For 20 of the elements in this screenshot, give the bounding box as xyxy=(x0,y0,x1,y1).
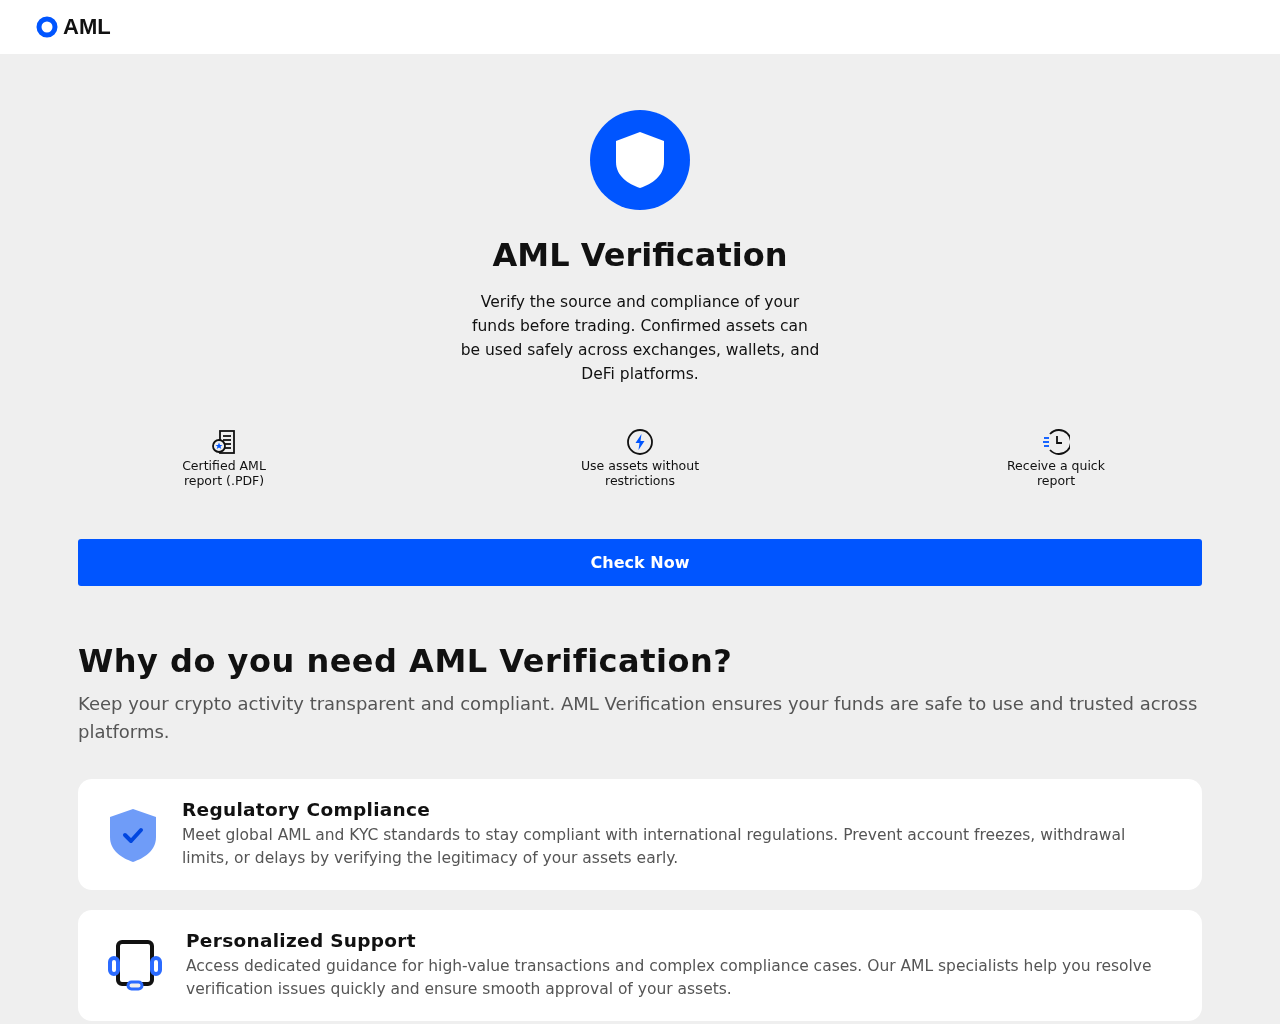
clock-icon xyxy=(1042,428,1070,456)
card-title: Personalized Support xyxy=(186,930,417,951)
shield-check-icon xyxy=(108,806,158,863)
logo-icon xyxy=(36,16,58,38)
hero-title: AML Verification xyxy=(492,236,788,274)
section-title: Why do you need AML Verification? xyxy=(78,642,734,680)
hero-description: Verify the source and compliance of your funds before trading. Confirmed assets can be used safely across exchanges, wallets, and DeFi platforms. xyxy=(460,292,820,385)
certificate-icon xyxy=(210,428,238,456)
lightning-icon xyxy=(626,428,654,456)
headset-icon xyxy=(108,939,162,992)
check-now-button[interactable]: Check Now xyxy=(78,539,1202,586)
feature-label: Certified AML report (.PDF) xyxy=(181,458,267,488)
section-subtitle: Keep your crypto activity transparent and compliant. AML Verification ensures your funds are safe to use and trusted across platforms. xyxy=(78,692,1199,744)
brand-name: AML xyxy=(63,14,111,40)
card-title: Regulatory Compliance xyxy=(182,799,432,820)
card-text: Meet global AML and KYC standards to stay compliant with international regulations. Prevent account freezes, withdrawal limits, or delays by verifying the legitimacy of your assets early. xyxy=(182,825,1127,869)
card-text: Access dedicated guidance for high-value transactions and complex compliance cases. Our AML specialists help you resolve verification issues quickly and ensure smooth approval of your assets. xyxy=(186,956,1153,1000)
shield-icon xyxy=(590,110,690,210)
feature-label: Use assets without restrictions xyxy=(580,458,700,488)
feature-label: Receive a quick report xyxy=(1006,458,1106,488)
